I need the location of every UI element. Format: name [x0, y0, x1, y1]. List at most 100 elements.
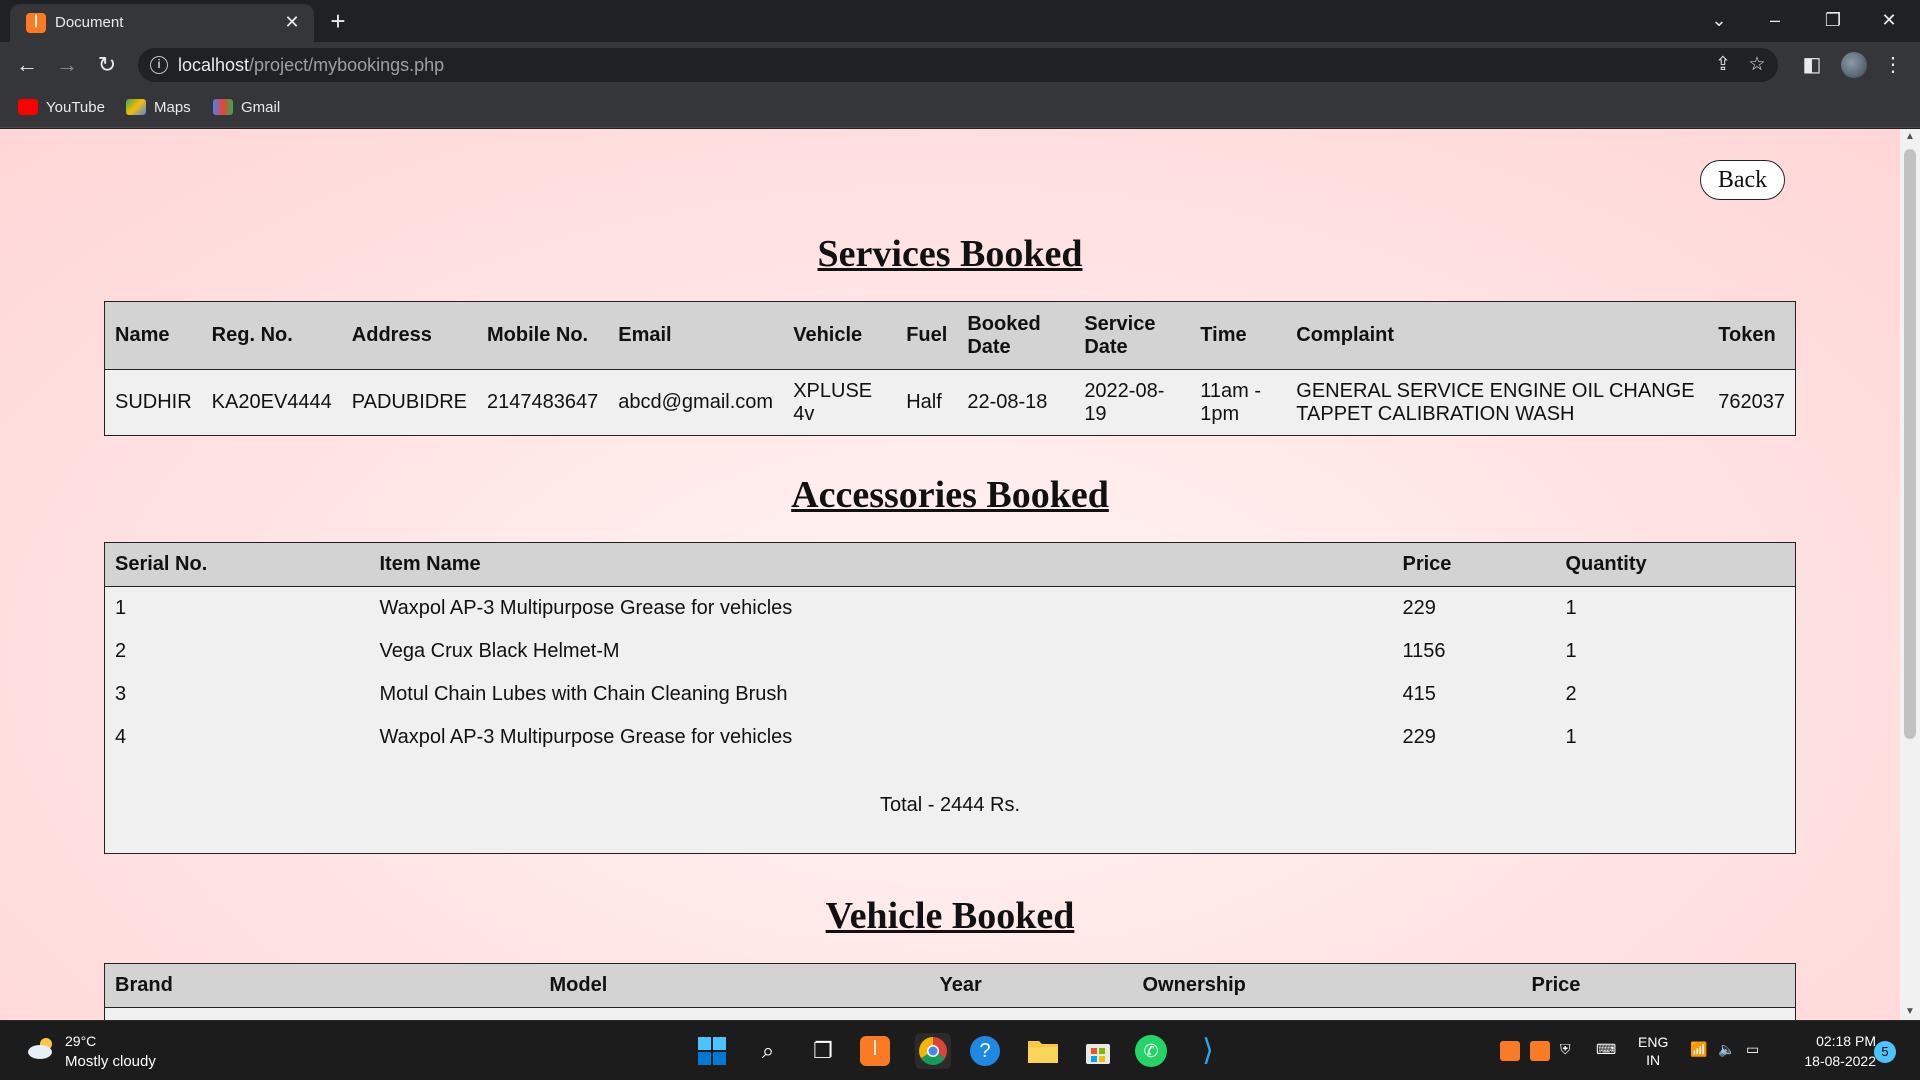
col-email: Email	[608, 301, 784, 370]
store-icon[interactable]	[1080, 1033, 1116, 1069]
site-info-icon[interactable]: i	[150, 56, 168, 74]
cell-item: Waxpol AP-3 Multipurpose Grease for vehi…	[379, 596, 793, 619]
security-tray-icon[interactable]: ⛨	[1560, 1041, 1571, 1058]
cloud-sun-icon	[28, 1038, 52, 1059]
battery-icon[interactable]: ▭	[1746, 1041, 1759, 1058]
bookmarks-bar: YouTube Maps Gmail	[0, 88, 1920, 128]
table-row: 3 Motul Chain Lubes with Chain Cleaning …	[105, 673, 1796, 716]
cell-qty: 1	[1565, 596, 1577, 619]
cell-serial: 2	[115, 639, 127, 662]
col-item-name: Item Name	[369, 542, 1393, 587]
share-icon[interactable]: ⇪	[1710, 52, 1736, 78]
keyboard-icon[interactable]: ⌨	[1596, 1041, 1616, 1058]
scroll-up-icon[interactable]: ▲	[1900, 129, 1920, 145]
cell-price: 1156	[1402, 639, 1446, 662]
col-name: Name	[104, 301, 202, 370]
col-mobile: Mobile No.	[477, 301, 609, 370]
vertical-scrollbar[interactable]: ▲ ▼	[1900, 129, 1920, 1020]
menu-kebab-icon[interactable]: ⋮	[1878, 50, 1908, 80]
scroll-thumb[interactable]	[1904, 149, 1916, 739]
cell-address: PADUBIDRE	[351, 391, 467, 413]
scroll-down-icon[interactable]: ▼	[1900, 1004, 1920, 1020]
cell-time: 11am - 1pm	[1200, 379, 1262, 425]
col-quantity: Quantity	[1555, 542, 1796, 587]
gmail-icon	[213, 99, 233, 115]
back-arrow-icon[interactable]: ←	[12, 50, 42, 80]
cell-qty: 1	[1565, 639, 1577, 662]
col-serial-no: Serial No.	[104, 542, 370, 587]
language-indicator[interactable]: ENG IN	[1638, 1033, 1668, 1069]
maps-icon	[126, 99, 146, 115]
weather-description[interactable]: Mostly cloudy	[65, 1053, 156, 1070]
col-token: Token	[1708, 301, 1796, 370]
tab-search-icon[interactable]: ⌄	[1696, 4, 1742, 36]
accessories-title: Accessories Booked	[791, 474, 1109, 516]
forward-arrow-icon[interactable]: →	[52, 50, 82, 80]
vehicle-table: Brand Model Year Ownership Price	[104, 963, 1796, 1020]
cell-serial: 4	[115, 725, 127, 748]
cell-qty: 1	[1565, 725, 1577, 748]
cell-service-date: 2022-08-19	[1084, 379, 1165, 425]
restore-icon[interactable]: ❐	[1810, 4, 1856, 36]
cell-token: 762037	[1718, 391, 1785, 413]
services-title: Services Booked	[817, 233, 1083, 275]
browser-toolbar: ← → ↻ i localhost/project/mybookings.php…	[0, 42, 1920, 88]
browser-tab[interactable]: ꟾ Document ✕	[10, 4, 314, 42]
clock[interactable]: 02:18 PM 18-08-2022	[1786, 1031, 1876, 1071]
cell-item: Motul Chain Lubes with Chain Cleaning Br…	[379, 682, 788, 705]
close-tab-icon[interactable]: ✕	[280, 10, 304, 34]
accessories-table: Serial No. Item Name Price Quantity 1 Wa…	[104, 542, 1796, 854]
bookmark-maps[interactable]: Maps	[126, 98, 191, 118]
cell-item: Waxpol AP-3 Multipurpose Grease for vehi…	[379, 725, 793, 748]
table-row: 2 Vega Crux Black Helmet-M 1156 1	[105, 630, 1796, 673]
volume-icon[interactable]: 🔈	[1718, 1041, 1735, 1058]
table-header-row: Serial No. Item Name Price Quantity	[104, 542, 1796, 587]
col-brand: Brand	[104, 963, 540, 1008]
search-icon[interactable]: ⌕	[750, 1033, 786, 1069]
tab-strip: ꟾ Document ✕ + ⌄ – ❐ ✕	[0, 0, 1920, 42]
col-model: Model	[539, 963, 930, 1008]
cell-price: 415	[1402, 682, 1436, 705]
chrome-icon[interactable]	[915, 1033, 951, 1069]
bookmark-youtube[interactable]: YouTube	[18, 98, 105, 118]
side-panel-icon[interactable]: ◧	[1797, 50, 1827, 80]
windows-taskbar: 29°C Mostly cloudy ⌕ ❐ ꟾ ? ✆ ⟩ ⛨ ⌨ ENG I…	[0, 1020, 1920, 1080]
xampp-tray-icon[interactable]	[1500, 1041, 1520, 1061]
cell-price: 229	[1402, 725, 1436, 748]
xampp-icon[interactable]: ꟾ	[860, 1036, 890, 1066]
back-button[interactable]: Back	[1700, 160, 1785, 200]
xampp-tray-icon[interactable]	[1530, 1041, 1550, 1061]
wifi-icon[interactable]: 📶	[1690, 1041, 1707, 1058]
file-explorer-icon[interactable]	[1025, 1033, 1061, 1069]
table-header-row: Name Reg. No. Address Mobile No. Email V…	[104, 301, 1796, 370]
notification-badge[interactable]: 5	[1874, 1041, 1896, 1063]
task-view-icon[interactable]: ❐	[805, 1033, 841, 1069]
col-service-date: Service Date	[1074, 301, 1191, 370]
help-icon[interactable]: ?	[970, 1036, 1000, 1066]
col-price: Price	[1392, 542, 1556, 587]
cell-price: 229	[1402, 596, 1436, 619]
col-complaint: Complaint	[1286, 301, 1709, 370]
cell-serial: 1	[115, 596, 127, 619]
whatsapp-icon[interactable]: ✆	[1135, 1035, 1167, 1067]
start-icon[interactable]	[694, 1033, 730, 1069]
cell-vehicle: XPLUSE 4v	[793, 379, 873, 425]
table-header-row: Brand Model Year Ownership Price	[104, 963, 1796, 1008]
address-bar[interactable]: i localhost/project/mybookings.php ⇪ ☆	[138, 48, 1778, 82]
services-table: Name Reg. No. Address Mobile No. Email V…	[104, 301, 1796, 436]
minimize-icon[interactable]: –	[1752, 4, 1798, 36]
col-vehicle: Vehicle	[783, 301, 897, 370]
close-window-icon[interactable]: ✕	[1866, 4, 1912, 36]
reload-icon[interactable]: ↻	[92, 50, 122, 80]
new-tab-icon[interactable]: +	[322, 6, 354, 38]
vscode-icon[interactable]: ⟩	[1190, 1033, 1226, 1069]
col-vehicle-price: Price	[1521, 963, 1796, 1008]
cell-qty: 2	[1565, 682, 1577, 705]
bookmark-star-icon[interactable]: ☆	[1744, 52, 1770, 78]
profile-avatar[interactable]	[1841, 52, 1867, 78]
weather-temperature[interactable]: 29°C	[65, 1033, 96, 1049]
cell-serial: 3	[115, 682, 127, 705]
page-viewport: Back Services Booked Name Reg. No. Addre…	[0, 129, 1900, 1020]
bookmark-gmail[interactable]: Gmail	[213, 98, 280, 118]
cell-fuel: Half	[906, 391, 942, 413]
